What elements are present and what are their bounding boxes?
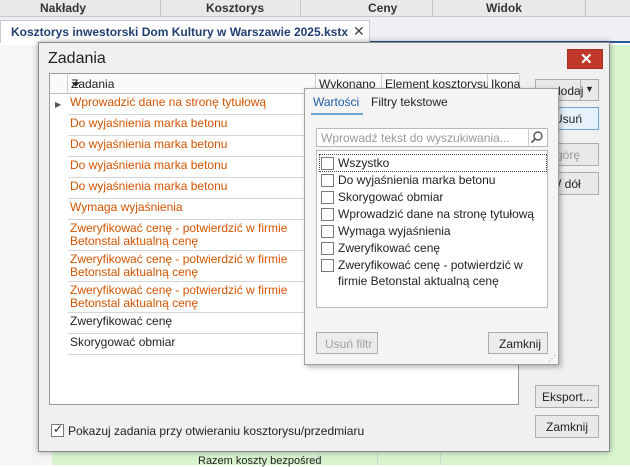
clear-filter-button[interactable]: Usuń filtr xyxy=(316,332,378,354)
ribbon-tab-widok[interactable]: Widok xyxy=(486,1,522,15)
dialog-close-text-button[interactable]: Zamknij xyxy=(535,415,599,438)
grid-header-indicator xyxy=(50,74,68,94)
show-on-open-checkbox[interactable] xyxy=(51,422,64,437)
split-separator xyxy=(580,80,581,100)
export-label: Eksport... xyxy=(542,390,593,404)
document-tab[interactable]: Kosztorys inwestorski Dom Kultury w Wars… xyxy=(0,20,370,43)
ribbon-tab-ceny[interactable]: Ceny xyxy=(368,1,397,15)
column-header-zadania[interactable]: Zadania ⏷ xyxy=(68,74,316,94)
task-cell: Do wyjaśnienia marka betonu xyxy=(70,158,228,172)
active-tab-indicator xyxy=(311,113,363,115)
task-cell: Do wyjaśnienia marka betonu xyxy=(70,137,228,151)
search-icon[interactable] xyxy=(528,129,545,146)
filter-search-input[interactable]: Wprowadź tekst do wyszukiwania... xyxy=(316,128,548,147)
close-icon: ✕ xyxy=(580,51,593,68)
tab-values[interactable]: Wartości xyxy=(313,95,359,109)
row-indicator-icon: ▶ xyxy=(55,100,62,109)
close-tab-icon[interactable]: ✕ xyxy=(353,23,365,40)
filter-item-label: Skorygować obmiar xyxy=(338,190,444,204)
task-cell: Wprowadzić dane na stronę tytułową xyxy=(70,95,267,109)
task-cell: Zweryfikować cenę - potwierdzić w firmie… xyxy=(70,252,288,279)
filter-item-label: Zweryfikować cenę - potwierdzić w firmie… xyxy=(338,258,523,288)
filter-checkbox[interactable] xyxy=(321,242,334,255)
task-cell: Skorygować obmiar xyxy=(70,335,176,349)
task-cell: Zweryfikować cenę - potwierdzić w firmie… xyxy=(70,283,288,310)
filter-item-label: Wszystko xyxy=(338,156,390,170)
task-cell: Zweryfikować cenę xyxy=(70,314,173,328)
dialog-close-button[interactable]: ✕ xyxy=(567,49,603,69)
task-cell: Zweryfikować cenę - potwierdzić w firmie… xyxy=(70,221,288,248)
show-on-open-label: Pokazuj zadania przy otwieraniu kosztory… xyxy=(68,424,365,438)
filter-checkbox[interactable] xyxy=(321,191,334,204)
filter-item-label: Wprowadzić dane na stronę tytułową xyxy=(338,207,535,221)
ribbon-tab-naklady[interactable]: Nakłady xyxy=(40,1,86,15)
document-tabbar: Kosztorys inwestorski Dom Kultury w Wars… xyxy=(0,17,630,43)
task-cell: Do wyjaśnienia marka betonu xyxy=(70,116,228,130)
filter-checkbox[interactable] xyxy=(321,225,334,238)
popup-close-label: Zamknij xyxy=(499,337,542,351)
filter-checkbox[interactable] xyxy=(321,157,334,170)
background-summary-text: Razem koszty bezpośred xyxy=(198,455,322,467)
ribbon-separator xyxy=(300,0,301,17)
filter-item-label: Zweryfikować cenę xyxy=(338,241,441,255)
task-cell: Do wyjaśnienia marka betonu xyxy=(70,179,228,193)
filter-values-list: Wszystko Do wyjaśnienia marka betonu Sko… xyxy=(316,150,548,308)
task-cell: Wymaga wyjaśnienia xyxy=(70,200,183,214)
filter-icon[interactable]: ⏷ xyxy=(71,77,312,92)
clear-filter-label: Usuń filtr xyxy=(325,337,373,351)
filter-checkbox[interactable] xyxy=(321,174,334,187)
move-up-label: górę xyxy=(556,148,581,162)
search-placeholder: Wprowadź tekst do wyszukiwania... xyxy=(321,131,510,145)
resize-grip-icon[interactable]: ⋰ xyxy=(548,354,556,363)
column-filter-popup: Wartości Filtry tekstowe Wprowadź tekst … xyxy=(304,88,559,365)
export-button[interactable]: Eksport... xyxy=(535,385,599,408)
ribbon-bar: Nakłady Kosztorys Ceny Widok xyxy=(0,0,630,17)
document-tab-title: Kosztorys inwestorski Dom Kultury w Wars… xyxy=(11,25,349,39)
filter-item-label: Wymaga wyjaśnienia xyxy=(338,224,451,238)
ribbon-separator xyxy=(160,0,161,17)
popup-close-button[interactable]: Zamknij xyxy=(488,332,548,354)
chevron-down-icon[interactable]: ▼ xyxy=(585,84,594,94)
filter-checkbox[interactable] xyxy=(321,259,334,272)
ribbon-tab-kosztorys[interactable]: Kosztorys xyxy=(206,1,264,15)
dialog-title: Zadania xyxy=(48,50,106,67)
ribbon-separator xyxy=(432,0,433,17)
filter-item-label: Do wyjaśnienia marka betonu xyxy=(338,173,496,187)
filter-checkbox[interactable] xyxy=(321,208,334,221)
ribbon-separator xyxy=(585,0,586,17)
tab-text-filters[interactable]: Filtry tekstowe xyxy=(371,95,448,109)
dialog-close-label: Zamknij xyxy=(546,420,589,434)
